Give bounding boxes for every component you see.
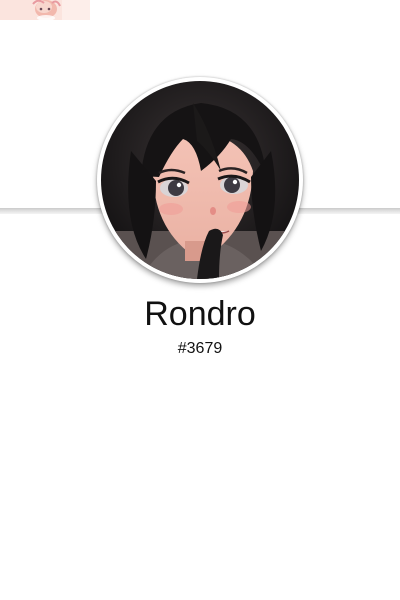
avatar-image <box>101 81 299 279</box>
profile-page: Rondro #3679 <box>0 0 400 600</box>
discriminator-tag: #3679 <box>177 340 223 357</box>
banner-thumbnail[interactable] <box>0 0 90 20</box>
avatar[interactable] <box>97 77 303 283</box>
avatar-anime-girl-image <box>101 81 299 279</box>
username: Rondro <box>144 295 256 333</box>
banner-thumbnail-image <box>0 0 90 20</box>
